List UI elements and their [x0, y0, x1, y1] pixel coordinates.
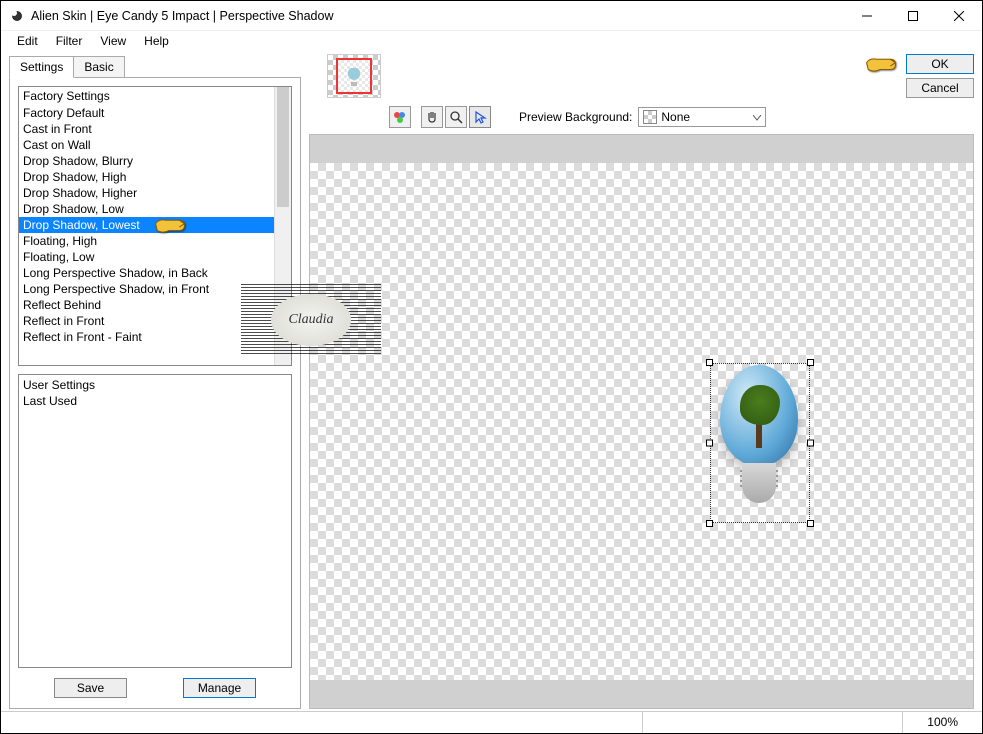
arrow-tool-icon[interactable]: [469, 106, 491, 128]
color-picker-tool-icon[interactable]: [389, 106, 411, 128]
navigator-row: [327, 54, 381, 98]
handle-mr[interactable]: [807, 440, 814, 447]
factory-item[interactable]: Drop Shadow, Higher: [19, 185, 274, 201]
preview-bg-value: None: [661, 110, 690, 124]
lightbulb-image: [710, 363, 810, 523]
factory-item[interactable]: Drop Shadow, Low: [19, 201, 274, 217]
maximize-button[interactable]: [890, 1, 936, 30]
pointer-annotation-icon: [154, 215, 186, 240]
factory-item[interactable]: Cast on Wall: [19, 137, 274, 153]
user-header: User Settings: [23, 377, 287, 393]
factory-settings-list: Factory Settings Factory DefaultCast in …: [18, 86, 292, 366]
hand-tool-icon[interactable]: [421, 106, 443, 128]
manage-button[interactable]: Manage: [183, 678, 256, 698]
window-title: Alien Skin | Eye Candy 5 Impact | Perspe…: [31, 9, 844, 23]
save-button[interactable]: Save: [54, 678, 127, 698]
factory-item[interactable]: Cast in Front: [19, 121, 274, 137]
settings-panel: Settings Basic Factory Settings Factory …: [9, 56, 301, 709]
title-bar: Alien Skin | Eye Candy 5 Impact | Perspe…: [1, 1, 982, 31]
factory-item[interactable]: Factory Default: [19, 105, 274, 121]
user-last-used[interactable]: Last Used: [23, 393, 287, 409]
handle-ml[interactable]: [706, 440, 713, 447]
bulb-mini-icon: [348, 68, 360, 84]
preview-strip-bottom: [310, 680, 973, 708]
handle-tl[interactable]: [706, 359, 713, 366]
factory-item[interactable]: Long Perspective Shadow, in Back: [19, 265, 274, 281]
navigator-selection: [336, 58, 372, 94]
preview-strip-top: [310, 135, 973, 163]
tab-basic[interactable]: Basic: [73, 56, 124, 78]
dialog-buttons: OK Cancel: [906, 54, 974, 98]
menu-edit[interactable]: Edit: [9, 32, 46, 50]
transparency-swatch-icon: [643, 110, 657, 124]
factory-item[interactable]: Reflect Behind: [19, 297, 274, 313]
handle-br[interactable]: [807, 520, 814, 527]
factory-item[interactable]: Floating, High: [19, 233, 274, 249]
factory-item[interactable]: Drop Shadow, High: [19, 169, 274, 185]
settings-buttons: Save Manage: [18, 676, 292, 700]
window-controls: [844, 1, 982, 30]
factory-header: Factory Settings: [19, 87, 274, 105]
ok-button[interactable]: OK: [906, 54, 974, 74]
user-settings-list[interactable]: User Settings Last Used: [18, 374, 292, 668]
factory-item[interactable]: Drop Shadow, Blurry: [19, 153, 274, 169]
app-icon: [9, 8, 25, 24]
preview-bg-combo[interactable]: None: [638, 107, 766, 127]
pointer-annotation-icon: [865, 54, 897, 79]
preview-panel: OK Cancel: [309, 56, 974, 709]
menu-bar: Edit Filter View Help: [1, 31, 982, 51]
factory-item[interactable]: Reflect in Front - Faint: [19, 329, 274, 345]
tab-bar: Settings Basic: [9, 56, 301, 78]
zoom-level: 100%: [902, 712, 982, 733]
zoom-tool-icon[interactable]: [445, 106, 467, 128]
chevron-down-icon: [753, 110, 761, 124]
menu-filter[interactable]: Filter: [48, 32, 91, 50]
factory-item[interactable]: Drop Shadow, Lowest: [19, 217, 274, 233]
preview-bg-label: Preview Background:: [519, 110, 632, 124]
preview-canvas[interactable]: [310, 163, 973, 680]
menu-help[interactable]: Help: [136, 32, 177, 50]
status-empty: [642, 712, 902, 733]
tab-content: Factory Settings Factory DefaultCast in …: [9, 77, 301, 709]
cancel-button[interactable]: Cancel: [906, 78, 974, 98]
content-area: Settings Basic Factory Settings Factory …: [9, 56, 974, 709]
status-bar: 100%: [1, 711, 982, 733]
preview-toolbar: Preview Background: None: [389, 106, 766, 128]
selection-box[interactable]: [710, 363, 810, 523]
factory-item[interactable]: Floating, Low: [19, 249, 274, 265]
preview-area: [309, 134, 974, 709]
menu-view[interactable]: View: [92, 32, 134, 50]
close-button[interactable]: [936, 1, 982, 30]
scrollbar-thumb[interactable]: [277, 87, 289, 207]
handle-bl[interactable]: [706, 520, 713, 527]
factory-list-inner[interactable]: Factory Settings Factory DefaultCast in …: [19, 87, 274, 365]
factory-scrollbar[interactable]: [274, 87, 291, 365]
factory-item[interactable]: Long Perspective Shadow, in Front: [19, 281, 274, 297]
tab-settings[interactable]: Settings: [9, 56, 74, 78]
factory-item[interactable]: Reflect in Front: [19, 313, 274, 329]
navigator-thumbnail[interactable]: [327, 54, 381, 98]
handle-tr[interactable]: [807, 359, 814, 366]
minimize-button[interactable]: [844, 1, 890, 30]
